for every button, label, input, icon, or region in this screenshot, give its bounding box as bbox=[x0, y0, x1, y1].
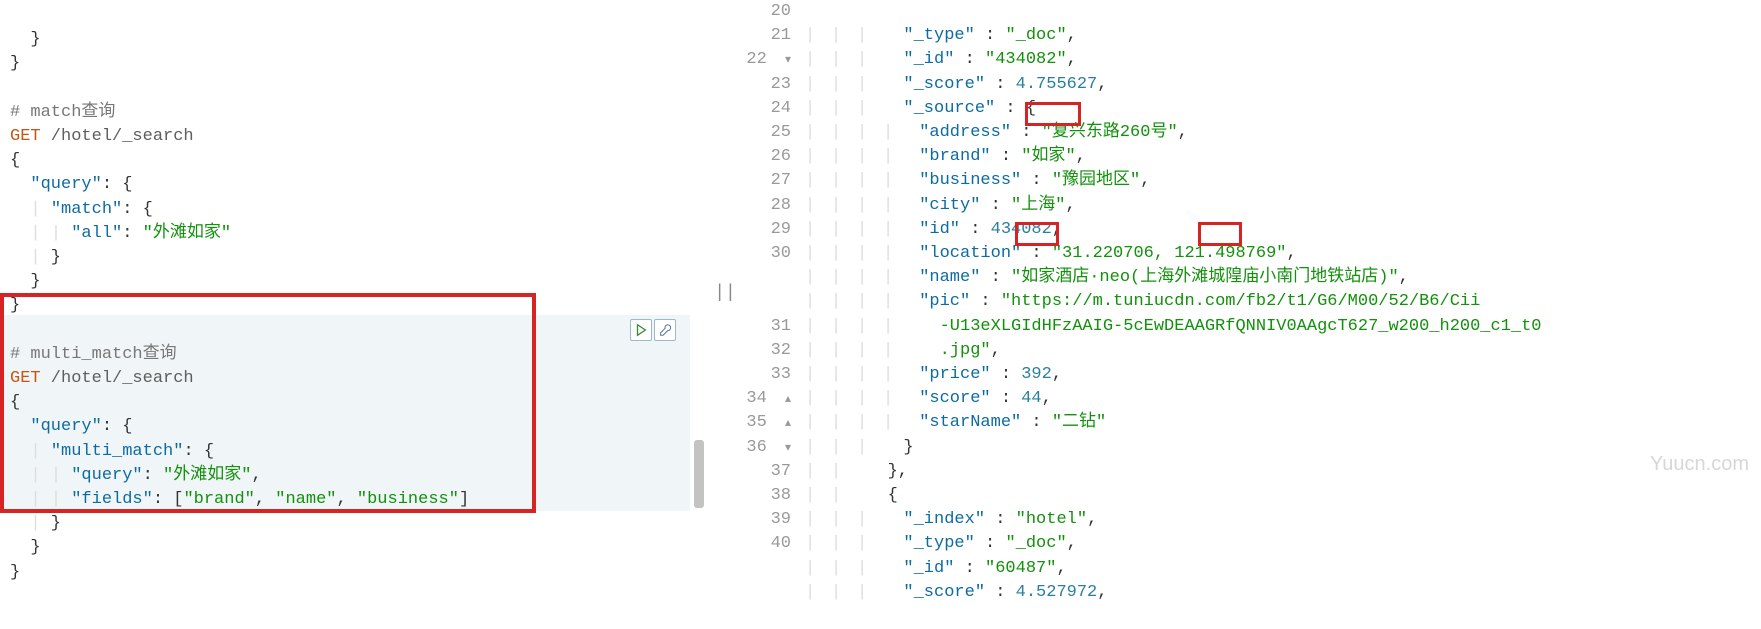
highlighted-term: 如家 bbox=[1031, 147, 1065, 166]
json-key: "match" bbox=[51, 200, 122, 219]
brace: } bbox=[10, 296, 20, 315]
json-key: "_source" bbox=[903, 99, 995, 118]
json-key: "name" bbox=[919, 268, 980, 287]
brace: { bbox=[10, 151, 20, 170]
json-key: "_index" bbox=[903, 510, 985, 529]
json-number: 392 bbox=[1021, 365, 1052, 384]
colon-brace: : { bbox=[102, 175, 133, 194]
http-method: GET bbox=[10, 127, 41, 146]
code-line: } bbox=[10, 54, 20, 73]
json-string: "外滩如家" bbox=[143, 224, 231, 243]
json-string: "_doc" bbox=[1005, 26, 1066, 45]
txt: 酒店·neo(上海 bbox=[1055, 268, 1174, 287]
json-key: "_type" bbox=[903, 534, 974, 553]
json-key: "_score" bbox=[903, 75, 985, 94]
json-string: "复兴东路260号" bbox=[1042, 123, 1178, 142]
json-key: "starName" bbox=[919, 413, 1021, 432]
json-key: "price" bbox=[919, 365, 990, 384]
brace: } bbox=[10, 563, 20, 582]
line-gutter: 202122 ▾2324252627282930 31323334 ▴35 ▴3… bbox=[740, 0, 805, 586]
q: " bbox=[1011, 268, 1021, 287]
json-key: "score" bbox=[919, 389, 990, 408]
response-viewer[interactable]: 202122 ▾2324252627282930 31323334 ▴35 ▴3… bbox=[740, 0, 1761, 586]
json-key: "_id" bbox=[903, 559, 954, 578]
txt: 城隍庙小南门地铁站店)" bbox=[1208, 268, 1398, 287]
json-string: "434082" bbox=[985, 50, 1067, 69]
json-key: "query" bbox=[30, 417, 101, 436]
json-key: "address" bbox=[919, 123, 1011, 142]
json-key: "all" bbox=[71, 224, 122, 243]
run-request-button[interactable] bbox=[630, 319, 652, 341]
json-key: "query" bbox=[30, 175, 101, 194]
highlighted-term: 如家 bbox=[1021, 268, 1055, 287]
json-key: "fields" bbox=[71, 490, 153, 509]
json-key: "multi_match" bbox=[51, 442, 184, 461]
json-key: "query" bbox=[71, 466, 142, 485]
comment: # multi_match查询 bbox=[10, 345, 177, 364]
http-method: GET bbox=[10, 369, 41, 388]
json-string: "https://m.tuniucdn.com/fb2/t1/G6/M00/52… bbox=[1001, 292, 1480, 311]
wrench-button[interactable] bbox=[654, 319, 676, 341]
response-code[interactable]: ||| "_type" : "_doc", ||| "_id" : "43408… bbox=[805, 0, 1761, 586]
endpoint: /hotel/_search bbox=[41, 369, 194, 388]
json-key: "city" bbox=[919, 196, 980, 215]
json-key: "pic" bbox=[919, 292, 970, 311]
json-number: 434082 bbox=[991, 220, 1052, 239]
json-string: "brand" bbox=[183, 490, 254, 509]
json-string: "60487" bbox=[985, 559, 1056, 578]
code-line: } bbox=[10, 30, 41, 49]
brace: } bbox=[10, 272, 41, 291]
json-key: "id" bbox=[919, 220, 960, 239]
json-string: "二钻" bbox=[1052, 413, 1106, 432]
colon-brace: : { bbox=[122, 200, 153, 219]
json-key: "business" bbox=[919, 171, 1021, 190]
json-key: "location" bbox=[919, 244, 1021, 263]
request-actions bbox=[630, 319, 676, 341]
highlighted-term: 外滩 bbox=[1174, 268, 1208, 287]
json-string: -U13eXLGIdHFzAAIG-5cEwDEAAGRfQNNIV0AAgcT… bbox=[940, 317, 1542, 336]
json-string: "外滩如家" bbox=[163, 466, 251, 485]
json-string: "_doc" bbox=[1005, 534, 1066, 553]
json-key: "_type" bbox=[903, 26, 974, 45]
pane-divider[interactable]: || bbox=[710, 0, 740, 586]
request-editor[interactable]: } } # match查询 GET /hotel/_search { "quer… bbox=[0, 0, 710, 586]
json-string: "31.220706, 121.498769" bbox=[1052, 244, 1287, 263]
brace: } bbox=[10, 538, 41, 557]
json-string: "上海" bbox=[1011, 196, 1065, 215]
comment: # match查询 bbox=[10, 103, 115, 122]
json-key: "_id" bbox=[903, 50, 954, 69]
json-string: "豫园地区" bbox=[1052, 171, 1140, 190]
json-key: "brand" bbox=[919, 147, 990, 166]
q: " bbox=[1021, 147, 1031, 166]
q: " bbox=[1065, 147, 1075, 166]
json-number: 4.755627 bbox=[1016, 75, 1098, 94]
json-string: "hotel" bbox=[1016, 510, 1087, 529]
endpoint: /hotel/_search bbox=[41, 127, 194, 146]
brace: { bbox=[10, 393, 20, 412]
json-number: 44 bbox=[1021, 389, 1041, 408]
divider-icon: || bbox=[714, 283, 736, 303]
json-string: "business" bbox=[357, 490, 459, 509]
json-string: .jpg" bbox=[940, 341, 991, 360]
json-string: "name" bbox=[275, 490, 336, 509]
watermark: Yuucn.com bbox=[1650, 453, 1749, 476]
request-code[interactable]: } } # match查询 GET /hotel/_search { "quer… bbox=[10, 4, 710, 585]
